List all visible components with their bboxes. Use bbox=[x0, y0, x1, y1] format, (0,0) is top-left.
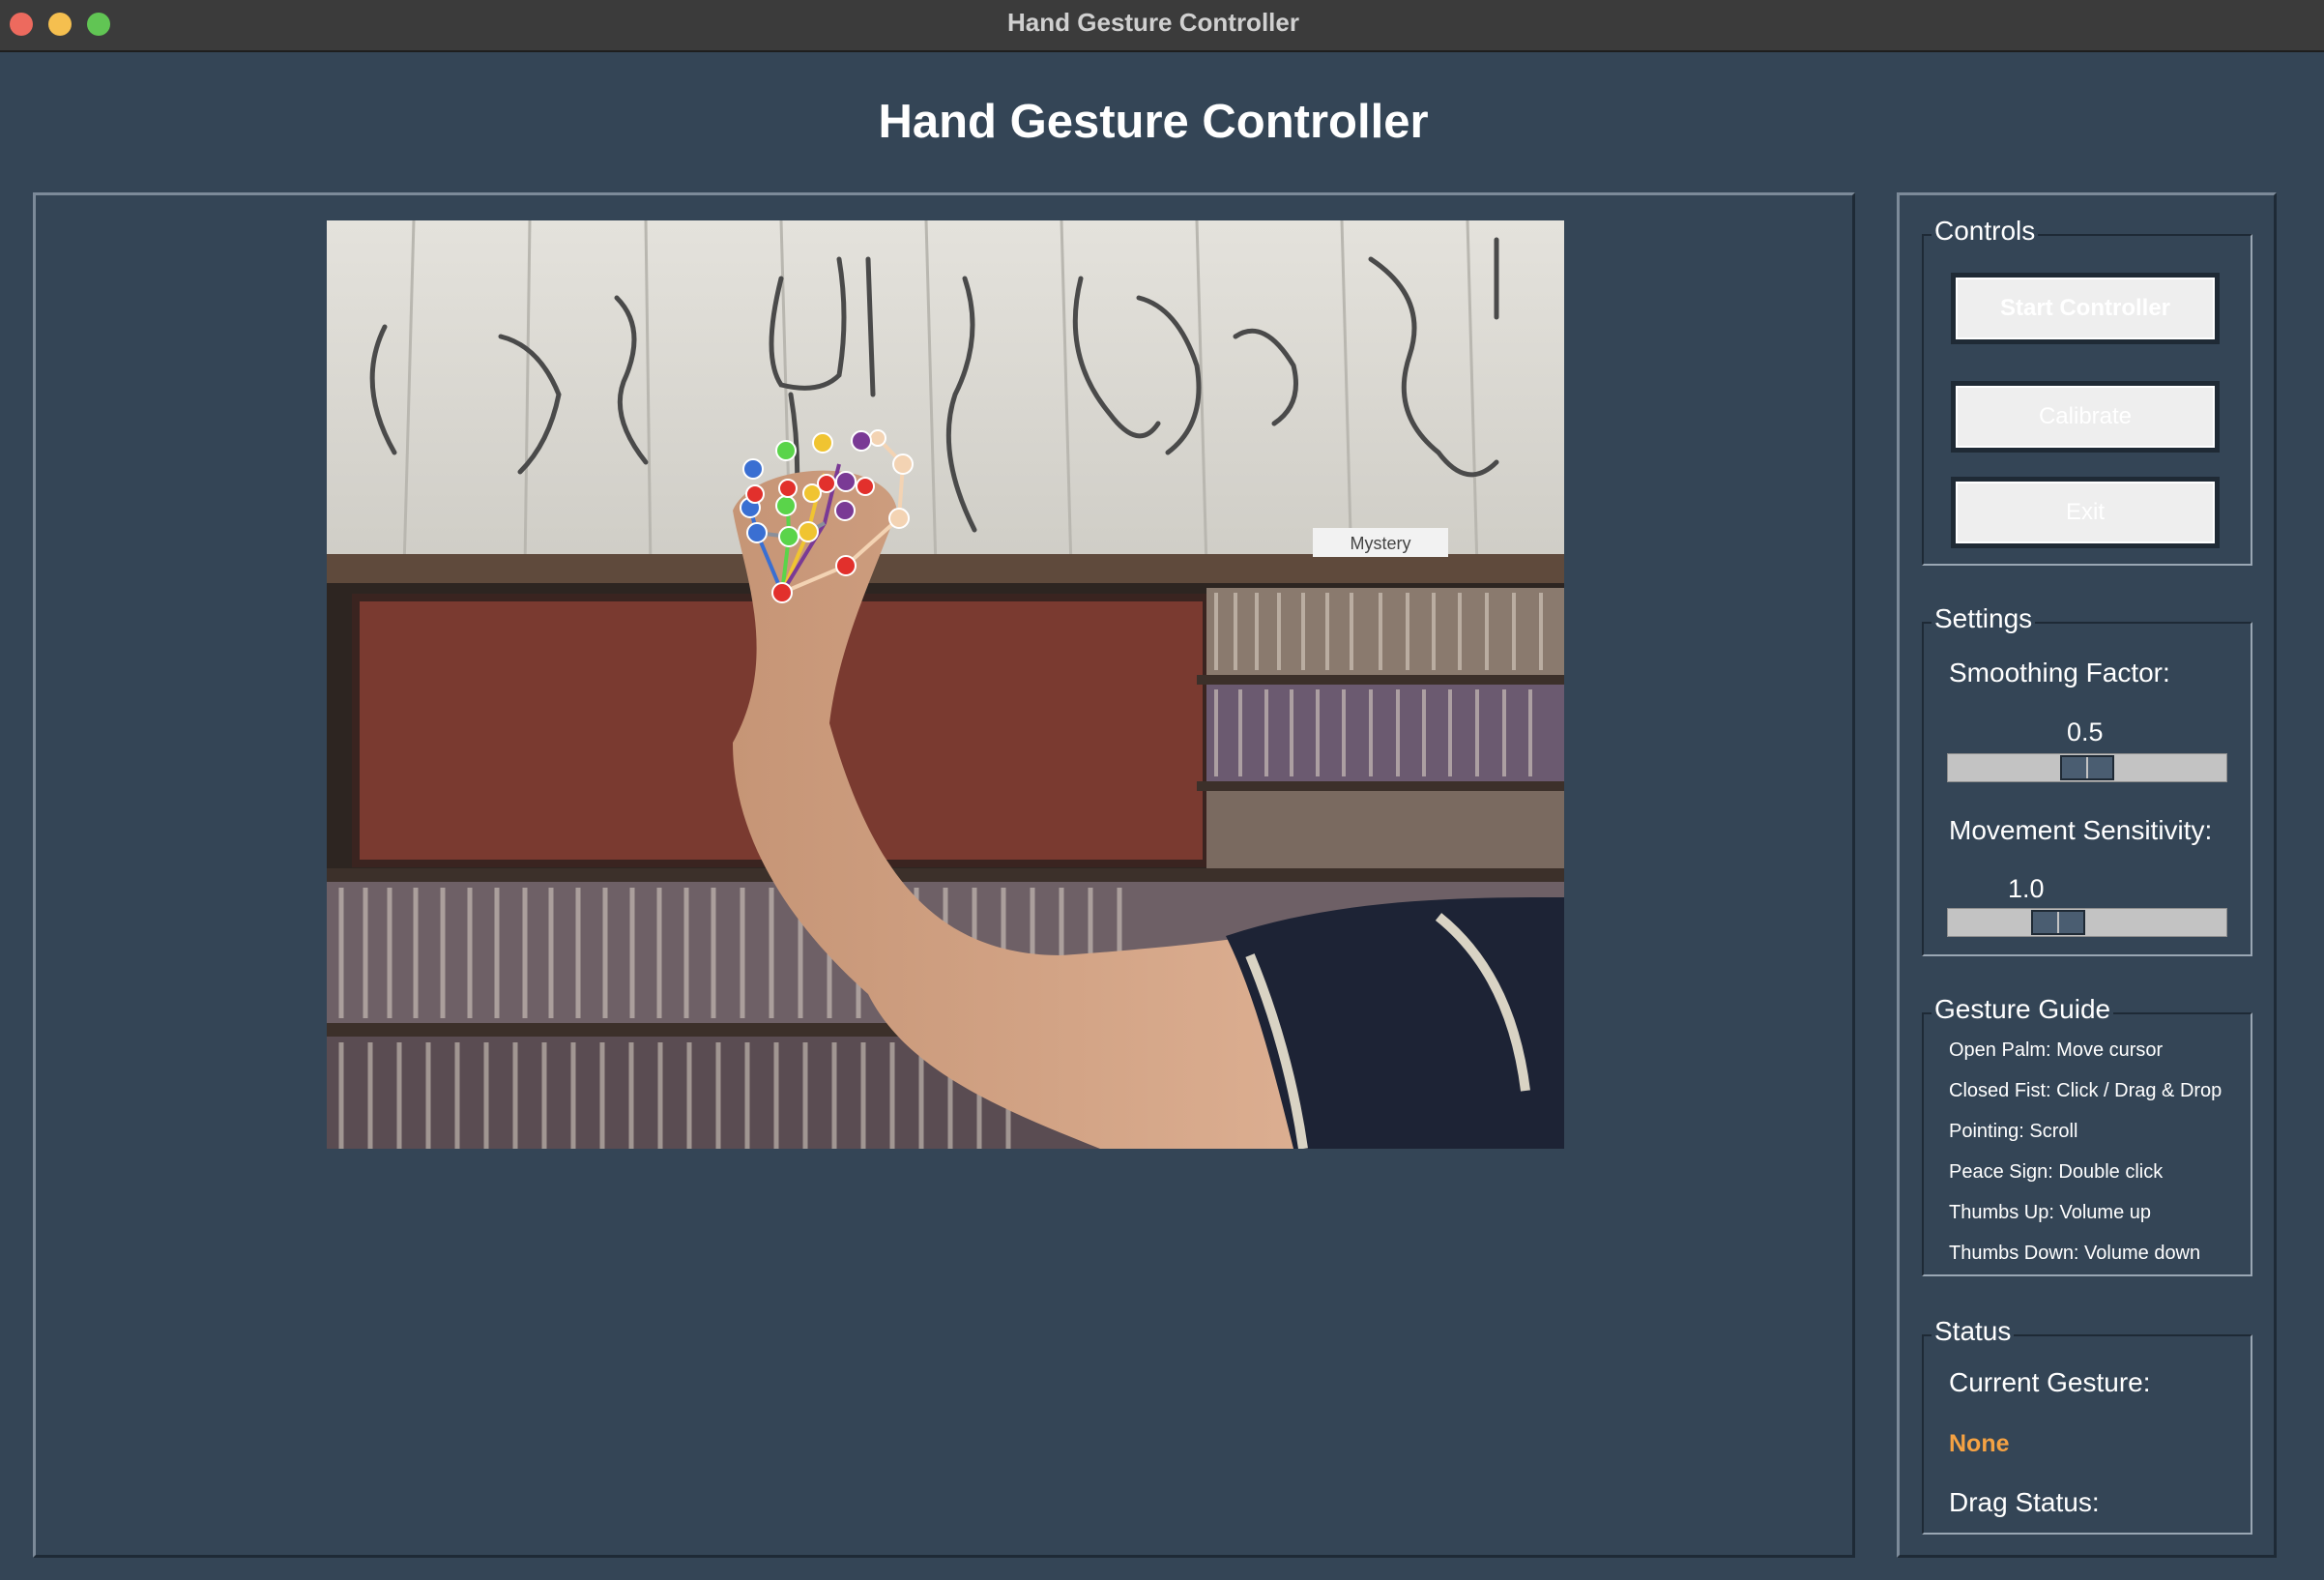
drag-status-label: Drag Status: bbox=[1949, 1487, 2100, 1517]
guide-item: Peace Sign: Double click bbox=[1949, 1161, 2164, 1183]
settings-group: Settings Smoothing Factor: 0.5 Movement … bbox=[1922, 602, 2252, 956]
status-legend: Status bbox=[1932, 1315, 2015, 1348]
start-controller-button[interactable]: Start Controller bbox=[1951, 273, 2220, 344]
status-group: Status Current Gesture: None Drag Status… bbox=[1922, 1315, 2252, 1535]
gesture-guide-group: Gesture Guide Open Palm: Move cursor Clo… bbox=[1922, 993, 2252, 1276]
guide-item: Thumbs Up: Volume up bbox=[1949, 1202, 2151, 1223]
smoothing-factor-value: 0.5 bbox=[2067, 717, 2104, 746]
exit-button[interactable]: Exit bbox=[1951, 477, 2220, 548]
controls-legend: Controls bbox=[1932, 215, 2039, 248]
movement-sensitivity-label: Movement Sensitivity: bbox=[1949, 815, 2213, 845]
smoothing-factor-label: Smoothing Factor: bbox=[1949, 658, 2170, 688]
app-title: Hand Gesture Controller bbox=[878, 96, 1429, 148]
settings-legend: Settings bbox=[1932, 602, 2036, 635]
movement-sensitivity-slider-handle[interactable] bbox=[2031, 910, 2085, 935]
current-gesture-label: Current Gesture: bbox=[1949, 1367, 2151, 1397]
window-titlebar: Hand Gesture Controller bbox=[0, 0, 2324, 52]
gesture-guide-legend: Gesture Guide bbox=[1932, 993, 2114, 1026]
camera-image: Mystery bbox=[327, 220, 1564, 1149]
mystery-sign: Mystery bbox=[1351, 534, 1411, 553]
current-gesture-value: None bbox=[1949, 1430, 2010, 1457]
movement-sensitivity-slider[interactable] bbox=[1947, 908, 2227, 937]
guide-item: Open Palm: Move cursor bbox=[1949, 1039, 2164, 1061]
camera-feed: Mystery bbox=[327, 220, 1564, 1149]
guide-item: Thumbs Down: Volume down bbox=[1949, 1243, 2201, 1264]
controls-group: Controls Start Controller Calibrate Exit bbox=[1922, 215, 2252, 566]
calibrate-button[interactable]: Calibrate bbox=[1951, 381, 2220, 453]
window-title: Hand Gesture Controller bbox=[1007, 8, 1299, 37]
guide-item: Pointing: Scroll bbox=[1949, 1121, 2078, 1142]
smoothing-factor-slider-handle[interactable] bbox=[2060, 755, 2114, 780]
guide-item: Closed Fist: Click / Drag & Drop bbox=[1949, 1080, 2222, 1101]
smoothing-factor-slider[interactable] bbox=[1947, 753, 2227, 782]
movement-sensitivity-value: 1.0 bbox=[2008, 874, 2045, 903]
